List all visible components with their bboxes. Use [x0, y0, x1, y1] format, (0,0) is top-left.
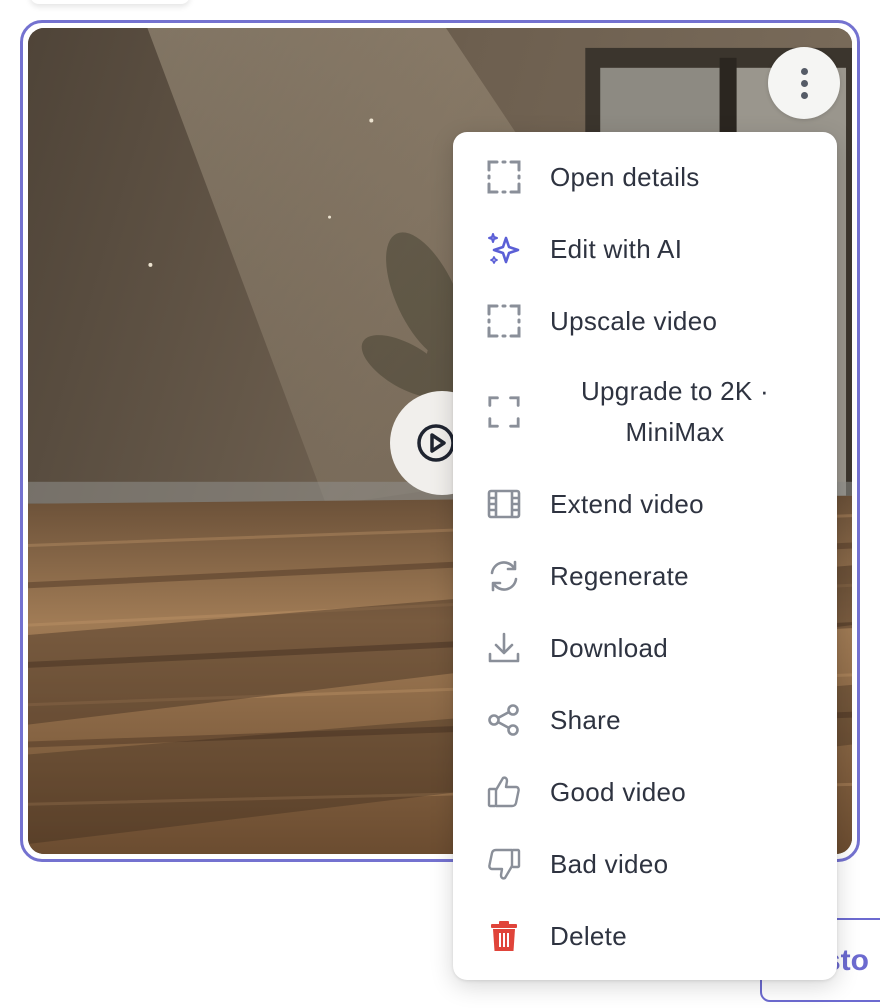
download-icon	[485, 629, 523, 667]
more-options-button[interactable]	[768, 47, 840, 119]
thumbs-down-icon	[485, 845, 523, 883]
play-icon	[417, 424, 455, 462]
menu-item-label: Open details	[550, 161, 700, 192]
menu-item-download[interactable]: Download	[453, 612, 837, 684]
film-icon	[485, 485, 523, 523]
menu-item-bad-video[interactable]: Bad video	[453, 828, 837, 900]
menu-item-label: Delete	[550, 920, 627, 951]
refresh-icon	[485, 557, 523, 595]
menu-item-extend-video[interactable]: Extend video	[453, 468, 837, 540]
context-menu: Open details Edit with AI Upscale video …	[453, 132, 837, 980]
expand-icon	[485, 393, 523, 431]
menu-item-upscale-video[interactable]: Upscale video	[453, 285, 837, 357]
kebab-dot	[800, 67, 808, 75]
menu-item-open-details[interactable]: Open details	[453, 141, 837, 213]
menu-item-share[interactable]: Share	[453, 684, 837, 756]
previous-card-edge	[30, 0, 190, 4]
menu-item-label: Bad video	[550, 848, 669, 879]
menu-item-label: Regenerate	[550, 560, 689, 591]
menu-item-label: Upscale video	[550, 305, 718, 336]
thumbs-up-icon	[485, 773, 523, 811]
menu-item-upgrade-2k[interactable]: Upgrade to 2K · MiniMax	[453, 358, 837, 466]
menu-item-edit-with-ai[interactable]: Edit with AI	[453, 213, 837, 285]
menu-item-label: Download	[550, 632, 669, 663]
kebab-dot	[800, 79, 808, 87]
menu-item-label: Extend video	[550, 488, 704, 519]
menu-item-label: Edit with AI	[550, 233, 683, 264]
kebab-dot	[800, 91, 808, 99]
menu-item-regenerate[interactable]: Regenerate	[453, 540, 837, 612]
expand-icon	[485, 158, 523, 196]
menu-item-good-video[interactable]: Good video	[453, 756, 837, 828]
share-icon	[485, 701, 523, 739]
expand-icon	[485, 302, 523, 340]
menu-item-label: Share	[550, 704, 621, 735]
trash-icon	[485, 917, 523, 955]
menu-item-delete[interactable]: Delete	[453, 900, 837, 972]
sparkles-icon	[485, 230, 523, 268]
menu-item-label: Good video	[550, 776, 686, 807]
menu-item-label: Upgrade to 2K · MiniMax	[580, 376, 770, 447]
